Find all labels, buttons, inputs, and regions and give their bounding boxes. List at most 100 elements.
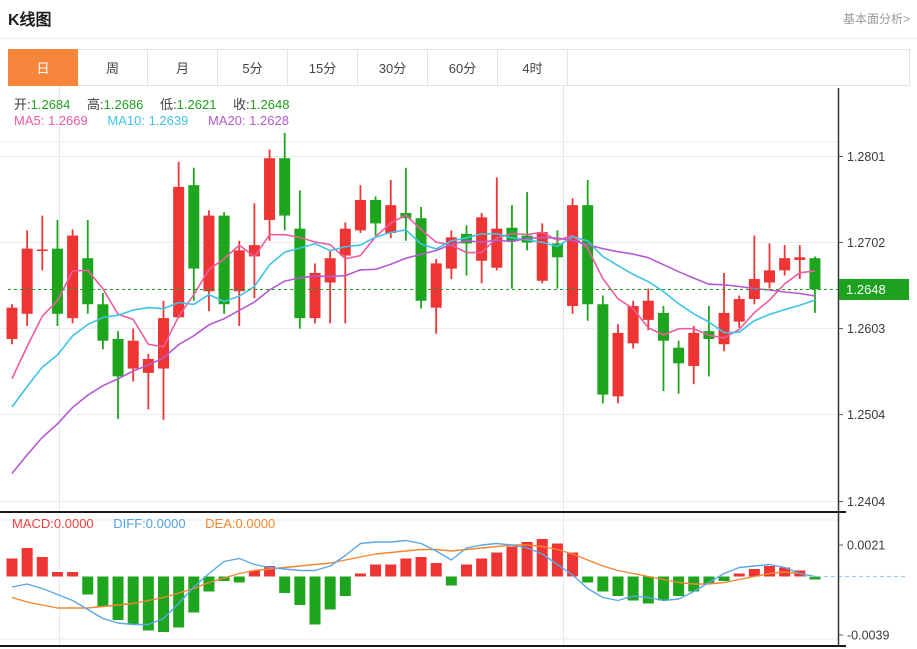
candle-body — [536, 232, 548, 281]
macd-bar — [385, 564, 397, 577]
macd-bar — [582, 576, 594, 583]
ohlc-legend: 开:1.2684 高:1.2686 低:1.2621 收:1.2648 — [14, 94, 302, 113]
macd-bar — [158, 576, 169, 632]
candle-body — [324, 258, 336, 283]
macd-bar — [36, 557, 48, 577]
macd-bar — [6, 558, 18, 577]
candle-body — [627, 305, 639, 344]
candle-body — [597, 304, 609, 395]
macd-bar — [536, 539, 548, 577]
tab-30分[interactable]: 30分 — [358, 49, 428, 86]
candle-body — [415, 218, 427, 301]
macd-bar — [294, 576, 306, 605]
macd-bar — [445, 576, 457, 586]
candle-body — [112, 338, 124, 377]
candle-body — [233, 250, 245, 292]
macd-bar — [354, 573, 366, 577]
tab-周[interactable]: 周 — [78, 49, 148, 86]
ma10-legend: MA10: 1.2639 — [107, 113, 189, 128]
period-tab-bar: 日周月 5分 15分 30分 60分 4时 — [8, 49, 910, 86]
candle-body — [476, 217, 488, 261]
candle-body — [97, 304, 109, 341]
candle-body — [567, 205, 579, 306]
macd-axis-label: 0.0021 — [847, 539, 885, 553]
candle-body — [370, 199, 382, 224]
macd-bar — [188, 576, 200, 613]
macd-bar — [491, 552, 503, 577]
macd-bar — [415, 557, 427, 577]
candle-body — [279, 158, 291, 216]
macd-bar — [461, 564, 472, 577]
candle-body — [642, 300, 654, 320]
macd-bar — [51, 572, 63, 577]
macd-bar — [82, 576, 94, 595]
candle-body — [809, 258, 821, 290]
diff-value-legend: DIFF:0.0000 — [113, 516, 186, 531]
high-label: 高: — [87, 97, 104, 112]
macd-bar — [718, 576, 730, 581]
candle-body — [309, 272, 321, 319]
tab-4时[interactable]: 4时 — [498, 49, 568, 86]
fundamental-analysis-link[interactable]: 基本面分析> — [843, 10, 910, 27]
candle-body — [794, 257, 806, 260]
macd-bar — [476, 558, 488, 577]
ma5-legend: MA5: 1.2669 — [14, 113, 88, 128]
candle-body — [82, 258, 94, 305]
tab-日[interactable]: 日 — [8, 49, 78, 86]
macd-value-legend: MACD:0.0000 — [12, 516, 94, 531]
header-divider — [0, 38, 917, 39]
high-value: 1.2686 — [103, 97, 144, 112]
dea-value-legend: DEA:0.0000 — [205, 516, 276, 531]
tab-5分[interactable]: 5分 — [218, 49, 288, 86]
macd-bar — [339, 576, 351, 596]
candle-body — [764, 270, 775, 283]
macd-bar — [733, 573, 745, 577]
macd-bar — [21, 548, 33, 577]
macd-legend: MACD:0.0000 DIFF:0.0000 DEA:0.0000 — [12, 516, 291, 531]
price-axis-label: 1.2801 — [847, 150, 885, 164]
macd-bar — [597, 576, 609, 592]
close-value: 1.2648 — [249, 97, 290, 112]
macd-bar — [324, 576, 336, 610]
macd-bar — [370, 564, 382, 577]
candle-body — [6, 307, 18, 339]
macd-bar — [127, 576, 139, 625]
macd-bar — [400, 558, 412, 577]
price-axis-label: 1.2702 — [847, 236, 885, 250]
ma20-legend: MA20: 1.2628 — [207, 113, 289, 128]
macd-bar — [97, 576, 109, 607]
tab-60分[interactable]: 60分 — [428, 49, 498, 86]
candle-body — [430, 263, 442, 308]
candle-body — [218, 215, 230, 305]
tab-bar-filler — [568, 49, 910, 86]
candle-body — [385, 205, 397, 233]
candle-body — [21, 248, 33, 314]
page-title: K线图 — [8, 12, 52, 29]
price-axis-label: 1.2603 — [847, 322, 885, 336]
macd-bar — [612, 576, 624, 596]
price-axis-label: 1.2504 — [847, 408, 885, 422]
low-value: 1.2621 — [176, 97, 217, 112]
macd-bar — [279, 576, 291, 593]
macd-axis-label: -0.0039 — [847, 629, 889, 643]
candle-body — [158, 318, 169, 369]
kline-page: { "page": { "title": "K线图", "link_more":… — [0, 0, 917, 649]
low-label: 低: — [160, 97, 177, 112]
candle-body — [203, 215, 215, 292]
candle-body — [718, 312, 730, 345]
open-value: 1.2684 — [30, 97, 71, 112]
candle-body — [127, 340, 139, 369]
candle-body — [354, 199, 366, 231]
macd-bar — [309, 576, 321, 625]
candle-body — [779, 258, 791, 271]
candle-body — [36, 249, 48, 251]
tab-月[interactable]: 月 — [148, 49, 218, 86]
macd-bar — [673, 576, 685, 596]
tab-15分[interactable]: 15分 — [288, 49, 358, 86]
candle-body — [733, 299, 745, 322]
open-label: 开: — [14, 97, 31, 112]
macd-bar — [642, 576, 654, 604]
candle-body — [688, 332, 700, 366]
close-label: 收: — [233, 97, 250, 112]
price-axis-label: 1.2404 — [847, 495, 885, 509]
